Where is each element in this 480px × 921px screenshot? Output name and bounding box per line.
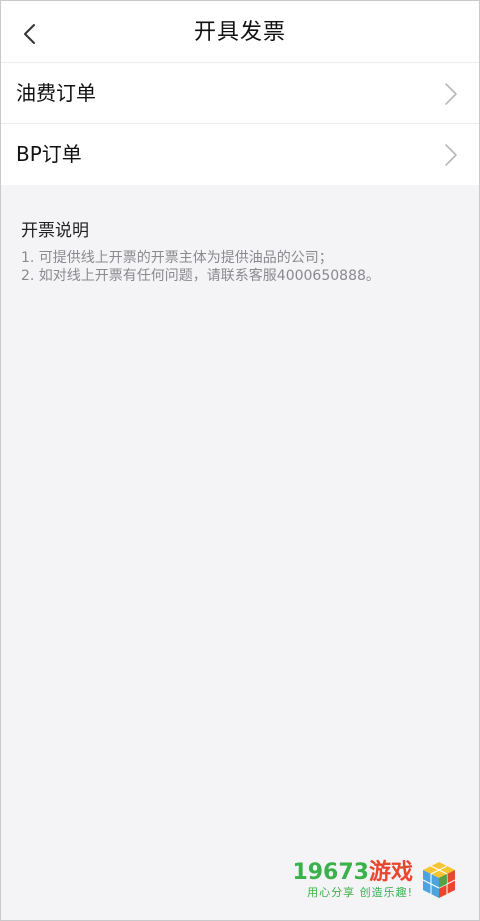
bp-order-label: BP订单 (16, 142, 82, 166)
nav-bar: 开具发票 (1, 1, 479, 63)
app-screen: 开具发票 油费订单 BP订单 开票说明 1. 可提供线上开票的开票主体为提供油品… (0, 0, 480, 921)
fuel-order-row[interactable]: 油费订单 (1, 63, 479, 124)
watermark-brand: 19673游戏 (292, 860, 413, 886)
note-line: 2. 如对线上开票有任何问题，请联系客服4000650888。 (21, 268, 380, 284)
colored-cubes-icon (422, 862, 456, 898)
page-title: 开具发票 (193, 20, 286, 45)
note-line: 1. 可提供线上开票的开票主体为提供油品的公司； (21, 250, 333, 266)
notes-title: 开票说明 (21, 221, 89, 241)
chevron-right-icon (445, 83, 457, 105)
bp-order-row[interactable]: BP订单 (1, 124, 479, 185)
watermark-word: 游戏 (368, 860, 413, 885)
watermark-slogan: 用心分享 创造乐趣! (307, 886, 413, 899)
site-watermark: 19673游戏 用心分享 创造乐趣! (292, 860, 459, 900)
watermark-text: 19673游戏 用心分享 创造乐趣! (292, 860, 413, 900)
invoice-notes: 开票说明 1. 可提供线上开票的开票主体为提供油品的公司； 2. 如对线上开票有… (21, 219, 459, 285)
order-type-list: 油费订单 BP订单 (1, 63, 479, 185)
watermark-number: 19673 (292, 860, 369, 885)
chevron-right-icon (445, 144, 457, 166)
fuel-order-label: 油费订单 (16, 81, 96, 105)
